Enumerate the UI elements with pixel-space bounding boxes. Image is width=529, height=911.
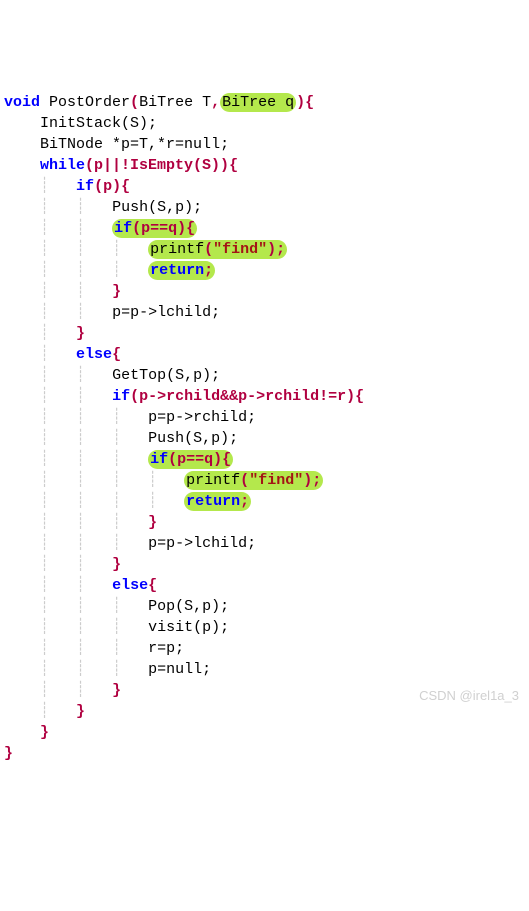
while-cond: (p||!IsEmpty(S))	[85, 157, 229, 174]
line-p-lchild-1: p=p->lchild;	[112, 304, 220, 321]
if-p-cond: (p)	[94, 178, 121, 195]
watermark: CSDN @irel1a_3	[419, 687, 519, 705]
type-bitnode: BiTNode	[40, 136, 103, 153]
keyword-if-rchild: if	[112, 388, 130, 405]
keyword-void: void	[4, 94, 40, 111]
param-plain: BiTree T	[139, 94, 211, 111]
keyword-else-2: else	[112, 577, 148, 594]
keyword-else-1: else	[76, 346, 112, 363]
line-visit: visit(p);	[148, 619, 229, 636]
line-p-rchild: p=p->rchild;	[148, 409, 256, 426]
line-push: Push(S,p);	[112, 199, 202, 216]
hl-printf-1: printf("find");	[148, 240, 287, 259]
line-pop: Pop(S,p);	[148, 598, 229, 615]
keyword-if: if	[76, 178, 94, 195]
line-push-2: Push(S,p);	[148, 430, 238, 447]
line-gettop: GetTop(S,p);	[112, 367, 220, 384]
hl-printf-2: printf("find");	[184, 471, 323, 490]
hl-if-peq-1: if(p==q){	[112, 219, 197, 238]
function-name: PostOrder	[49, 94, 130, 111]
code-block: void PostOrder(BiTree T,BiTree q){ InitS…	[4, 92, 525, 764]
hl-return-2: return;	[184, 492, 251, 511]
line-initstack: InitStack(S);	[40, 115, 157, 132]
hl-if-peq-2: if(p==q){	[148, 450, 233, 469]
keyword-while: while	[40, 157, 85, 174]
line-p-null: p=null;	[148, 661, 211, 678]
hl-return-1: return;	[148, 261, 215, 280]
line-p-lchild-2: p=p->lchild;	[148, 535, 256, 552]
line-r-eq-p: r=p;	[148, 640, 184, 657]
param-highlighted: BiTree q	[220, 93, 296, 112]
if-rchild-cond: (p->rchild&&p->rchild!=r)	[130, 388, 355, 405]
decl-rest: *p=T,*r=null;	[112, 136, 229, 153]
